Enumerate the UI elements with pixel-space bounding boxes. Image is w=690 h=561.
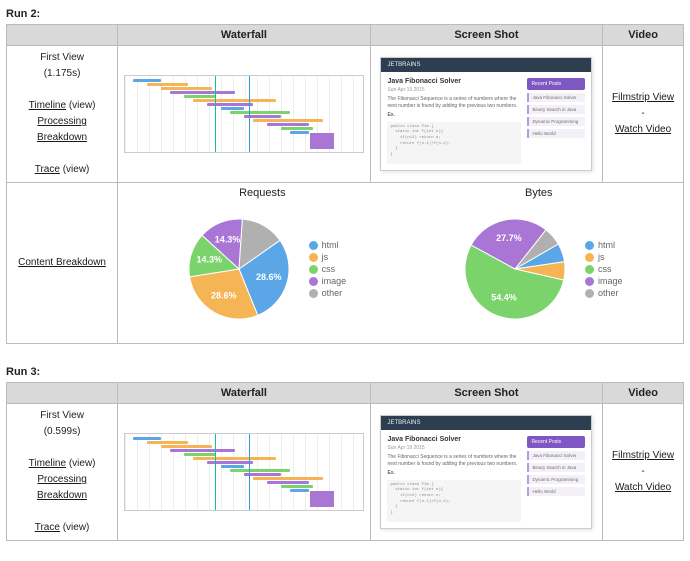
legend-label: js [598,252,605,262]
dash: - [641,466,644,477]
run3-table: Waterfall Screen Shot Video First View (… [6,382,684,541]
timeline-link[interactable]: Timeline [29,100,66,111]
empty-header [7,25,118,46]
content-breakdown-label: Content Breakdown [7,183,118,344]
legend-label: other [322,288,343,298]
legend-label: image [322,276,347,286]
bytes-pie[interactable]: 54.4% 27.7% [455,209,575,329]
legend-label: js [322,252,329,262]
col-screenshot: Screen Shot [370,25,602,46]
waterfall-chart[interactable] [124,433,364,511]
legend-item: image [309,276,347,286]
screenshot-thumb[interactable]: JETBRAINSJava Fibonacci SolverSun Apr 19… [380,57,592,171]
col-waterfall: Waterfall [118,383,371,404]
filmstrip-link[interactable]: Filmstrip View [612,450,674,461]
svg-text:28.6%: 28.6% [256,272,282,282]
legend-item: css [585,264,623,274]
empty-header [7,383,118,404]
run-title: Run 3: [6,366,684,378]
first-view-label: First View [13,50,111,66]
legend-swatch-icon [309,241,318,250]
legend-label: css [598,264,612,274]
timeline-link[interactable]: Timeline [29,458,66,469]
legend-label: image [598,276,623,286]
trace-paren: (view) [63,164,90,175]
timeline-paren: (view) [69,100,96,111]
legend-item: css [309,264,347,274]
legend-swatch-icon [585,265,594,274]
requests-chart-wrap: Requests 28.6% 28.6% 14.3% 14.3% html js css i… [179,187,347,339]
svg-text:14.3%: 14.3% [214,235,240,245]
run2-side: First View (1.175s) Timeline (view) Proc… [7,46,118,183]
legend-swatch-icon [309,265,318,274]
legend-label: html [322,240,339,250]
col-video: Video [603,383,684,404]
breakdown-cell: Requests 28.6% 28.6% 14.3% 14.3% html js css i… [118,183,684,344]
first-view-label: First View [13,408,111,424]
legend-swatch-icon [309,253,318,262]
screenshot-thumb[interactable]: JETBRAINSJava Fibonacci SolverSun Apr 19… [380,415,592,529]
legend-label: html [598,240,615,250]
requests-title: Requests [179,187,347,199]
svg-text:27.7%: 27.7% [496,233,522,243]
legend-label: other [598,288,619,298]
watch-video-link[interactable]: Watch Video [615,124,671,135]
legend-item: js [585,252,623,262]
video-cell: Filmstrip View - Watch Video [603,404,684,541]
filmstrip-link[interactable]: Filmstrip View [612,92,674,103]
screenshot-cell[interactable]: JETBRAINSJava Fibonacci SolverSun Apr 19… [370,404,602,541]
run3-side: First View (0.599s) Timeline (view) Proc… [7,404,118,541]
legend-item: image [585,276,623,286]
legend-item: other [309,288,347,298]
screenshot-cell[interactable]: JETBRAINSJava Fibonacci SolverSun Apr 19… [370,46,602,183]
legend-swatch-icon [585,253,594,262]
trace-link[interactable]: Trace [35,522,60,533]
svg-text:28.6%: 28.6% [211,290,237,300]
waterfall-cell[interactable] [118,404,371,541]
waterfall-cell[interactable] [118,46,371,183]
col-waterfall: Waterfall [118,25,371,46]
legend-swatch-icon [585,277,594,286]
legend-label: css [322,264,336,274]
svg-text:54.4%: 54.4% [491,292,517,302]
requests-legend: html js css image other [309,238,347,300]
bytes-legend: html js css image other [585,238,623,300]
requests-pie[interactable]: 28.6% 28.6% 14.3% 14.3% [179,209,299,329]
bytes-title: Bytes [455,187,623,199]
video-cell: Filmstrip View - Watch Video [603,46,684,183]
processing-link[interactable]: Processing Breakdown [37,116,87,143]
col-video: Video [603,25,684,46]
legend-item: other [585,288,623,298]
dash: - [641,108,644,119]
col-screenshot: Screen Shot [370,383,602,404]
legend-swatch-icon [585,289,594,298]
legend-item: js [309,252,347,262]
watch-video-link[interactable]: Watch Video [615,482,671,493]
legend-item: html [585,240,623,250]
legend-item: html [309,240,347,250]
svg-text:14.3%: 14.3% [196,254,222,264]
trace-paren: (view) [63,522,90,533]
timeline-paren: (view) [69,458,96,469]
bytes-chart-wrap: Bytes 54.4% 27.7% html js css image other [455,187,623,339]
run-title: Run 2: [6,8,684,20]
legend-swatch-icon [585,241,594,250]
first-view-time: (0.599s) [13,424,111,440]
first-view-time: (1.175s) [13,66,111,82]
waterfall-chart[interactable] [124,75,364,153]
run2-table: Waterfall Screen Shot Video First View (… [6,24,684,344]
legend-swatch-icon [309,289,318,298]
processing-link[interactable]: Processing Breakdown [37,474,87,501]
content-breakdown-link[interactable]: Content Breakdown [18,257,106,268]
legend-swatch-icon [309,277,318,286]
trace-link[interactable]: Trace [35,164,60,175]
